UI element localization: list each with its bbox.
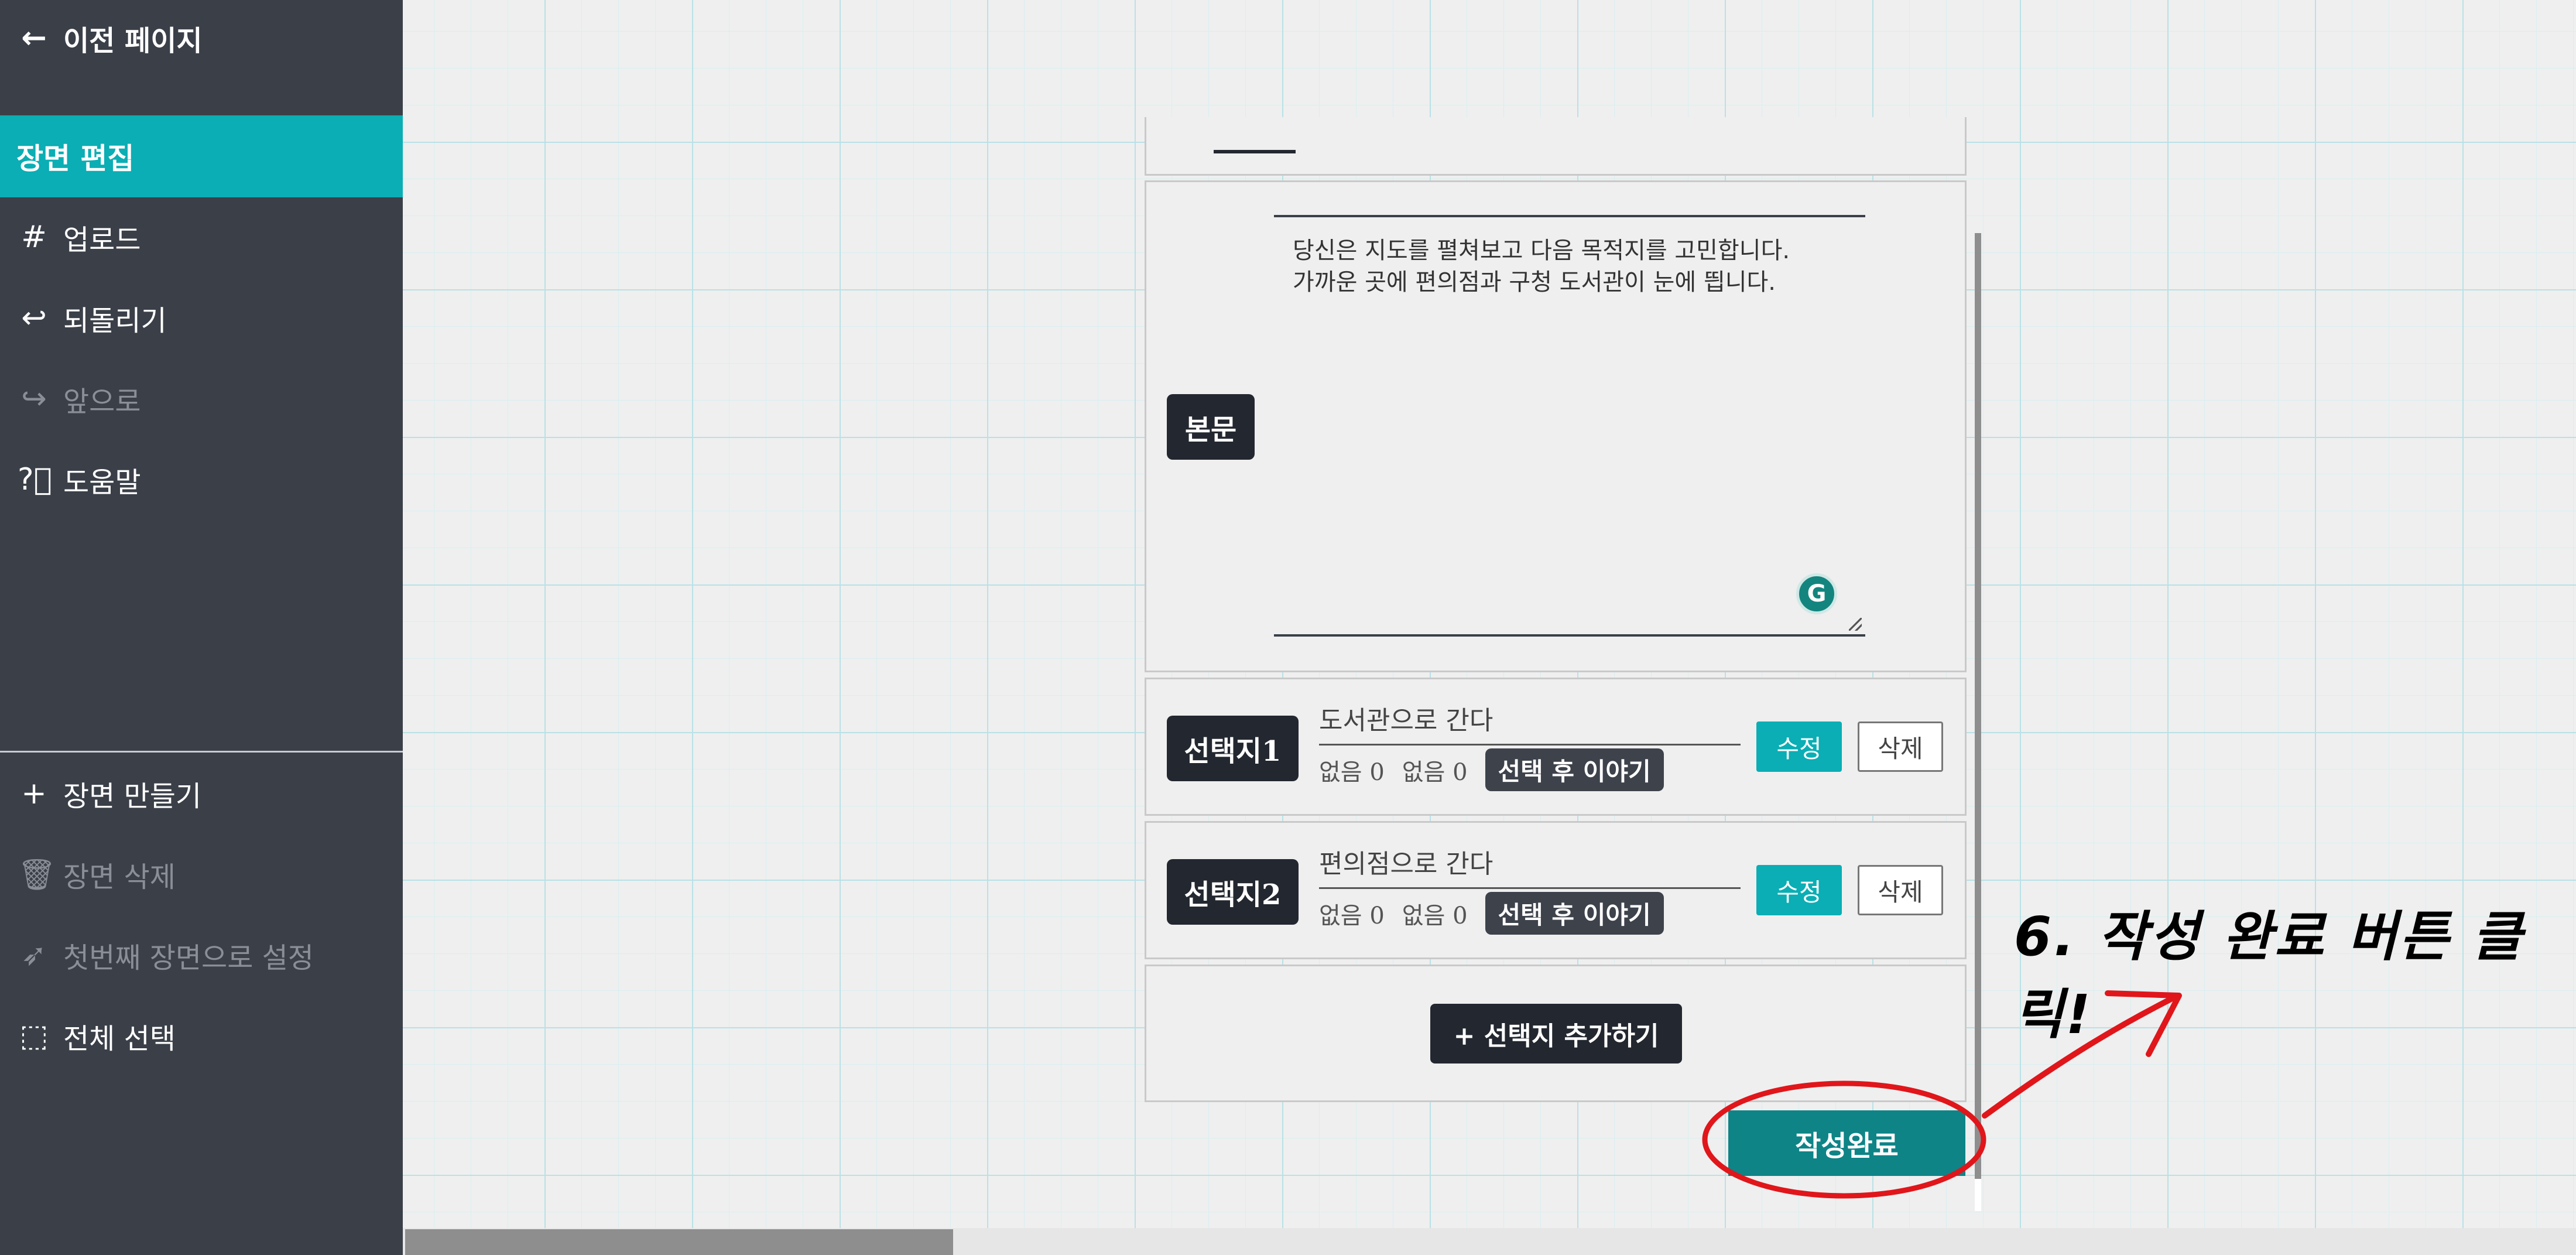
- choice-title: 편의점으로 간다: [1319, 836, 1741, 889]
- canvas-hscroll-thumb[interactable]: [405, 1229, 953, 1255]
- edit-choice-button[interactable]: 수정: [1756, 865, 1842, 915]
- sidebar-item-label: 첫번째 장면으로 설정: [63, 942, 314, 974]
- back-link[interactable]: ← 이전 페이지: [0, 6, 403, 70]
- choice-tag: 선택지1: [1167, 716, 1299, 781]
- sidebar-item-set-first[interactable]: ➶ 첫번째 장면으로 설정: [0, 923, 403, 987]
- add-choice-button[interactable]: + 선택지 추가하기: [1430, 1004, 1682, 1063]
- sidebar-item-label: 업로드: [63, 224, 141, 257]
- arrow-left-icon: ←: [21, 20, 47, 56]
- sidebar-item-select-all[interactable]: ⬚ 전체 선택: [0, 1004, 403, 1068]
- choice-title: 도서관으로 간다: [1319, 692, 1741, 746]
- delete-choice-button[interactable]: 삭제: [1858, 865, 1943, 915]
- panel-scrollbar[interactable]: [1975, 233, 1981, 1179]
- sidebar-item-create-scene[interactable]: + 장면 만들기: [0, 761, 403, 826]
- trash-icon: 🗑: [18, 857, 57, 892]
- choice-meta: 없음 0 없음 0 선택 후 이야기: [1319, 748, 1681, 791]
- body-text: 당신은 지도를 펼쳐보고 다음 목적지를 고민합니다. 가까운 곳에 편의점과 …: [1293, 237, 1790, 296]
- delete-choice-button[interactable]: 삭제: [1858, 721, 1943, 772]
- after-choice-story-button[interactable]: 선택 후 이야기: [1485, 892, 1664, 935]
- sidebar-item-undo[interactable]: ↩ 되돌리기: [0, 286, 403, 350]
- choice-stat: 없음 0: [1319, 758, 1385, 786]
- choice-stat: 없음 0: [1402, 758, 1468, 786]
- sidebar-item-help[interactable]: ?⃝ 도움말: [0, 447, 403, 512]
- rocket-icon: ➶: [21, 938, 47, 973]
- sidebar-item-label: 장면 삭제: [63, 861, 176, 894]
- add-choice-card: + 선택지 추가하기: [1145, 965, 1967, 1102]
- choice-stat: 없음 0: [1319, 902, 1385, 929]
- sidebar-item-label: 전체 선택: [63, 1023, 176, 1055]
- sidebar-item-redo[interactable]: ↪ 앞으로: [0, 367, 403, 431]
- panel-scrollbar-end: [1975, 1179, 1981, 1211]
- sidebar-item-label: 앞으로: [63, 385, 141, 418]
- redo-icon: ↪: [21, 381, 47, 416]
- choice-card-2: 선택지2 편의점으로 간다 없음 0 없음 0 선택 후 이야기 수정 삭제: [1145, 821, 1967, 959]
- plus-icon: +: [21, 776, 47, 811]
- sidebar-item-label: 장면 만들기: [63, 780, 202, 813]
- annotation-text: 6. 작성 완료 버튼 클릭!: [2014, 905, 2524, 1046]
- choice-stat: 없음 0: [1402, 902, 1468, 929]
- choice-meta: 없음 0 없음 0 선택 후 이야기: [1319, 892, 1681, 935]
- body-tag: 본문: [1167, 394, 1255, 460]
- sidebar-item-label: 되돌리기: [63, 305, 167, 337]
- choice-card-1: 선택지1 도서관으로 간다 없음 0 없음 0 선택 후 이야기 수정 삭제: [1145, 678, 1967, 816]
- sidebar-divider: [0, 751, 403, 753]
- question-circle-icon: ?⃝: [18, 462, 52, 497]
- resize-handle[interactable]: [1849, 618, 1862, 631]
- edit-choice-button[interactable]: 수정: [1756, 721, 1842, 772]
- body-card: 본문 당신은 지도를 펼쳐보고 다음 목적지를 고민합니다. 가까운 곳에 편의…: [1145, 180, 1967, 672]
- sidebar-item-delete-scene[interactable]: 🗑 장면 삭제: [0, 842, 403, 907]
- dashed-square-icon: ⬚: [19, 1018, 49, 1054]
- card-stub: [1214, 150, 1296, 153]
- grammarly-icon[interactable]: G: [1796, 573, 1837, 614]
- after-choice-story-button[interactable]: 선택 후 이야기: [1485, 748, 1664, 791]
- hash-icon: #: [21, 220, 47, 255]
- undo-icon: ↩: [21, 300, 47, 336]
- body-textarea[interactable]: 당신은 지도를 펼쳐보고 다음 목적지를 고민합니다. 가까운 곳에 편의점과 …: [1274, 215, 1865, 637]
- sidebar-item-label: 장면 편집: [16, 142, 135, 176]
- done-button[interactable]: 작성완료: [1728, 1110, 1965, 1176]
- back-label: 이전 페이지: [63, 25, 203, 57]
- sidebar-item-label: 도움말: [63, 466, 141, 499]
- sidebar-item-scene-edit[interactable]: 장면 편집: [0, 115, 403, 197]
- previous-card: [1145, 117, 1967, 176]
- choice-tag: 선택지2: [1167, 859, 1299, 925]
- sidebar: ← 이전 페이지 장면 편집 # 업로드 ↩ 되돌리기 ↪ 앞으로 ?⃝ 도움말…: [0, 0, 403, 1255]
- sidebar-item-upload[interactable]: # 업로드: [0, 205, 403, 269]
